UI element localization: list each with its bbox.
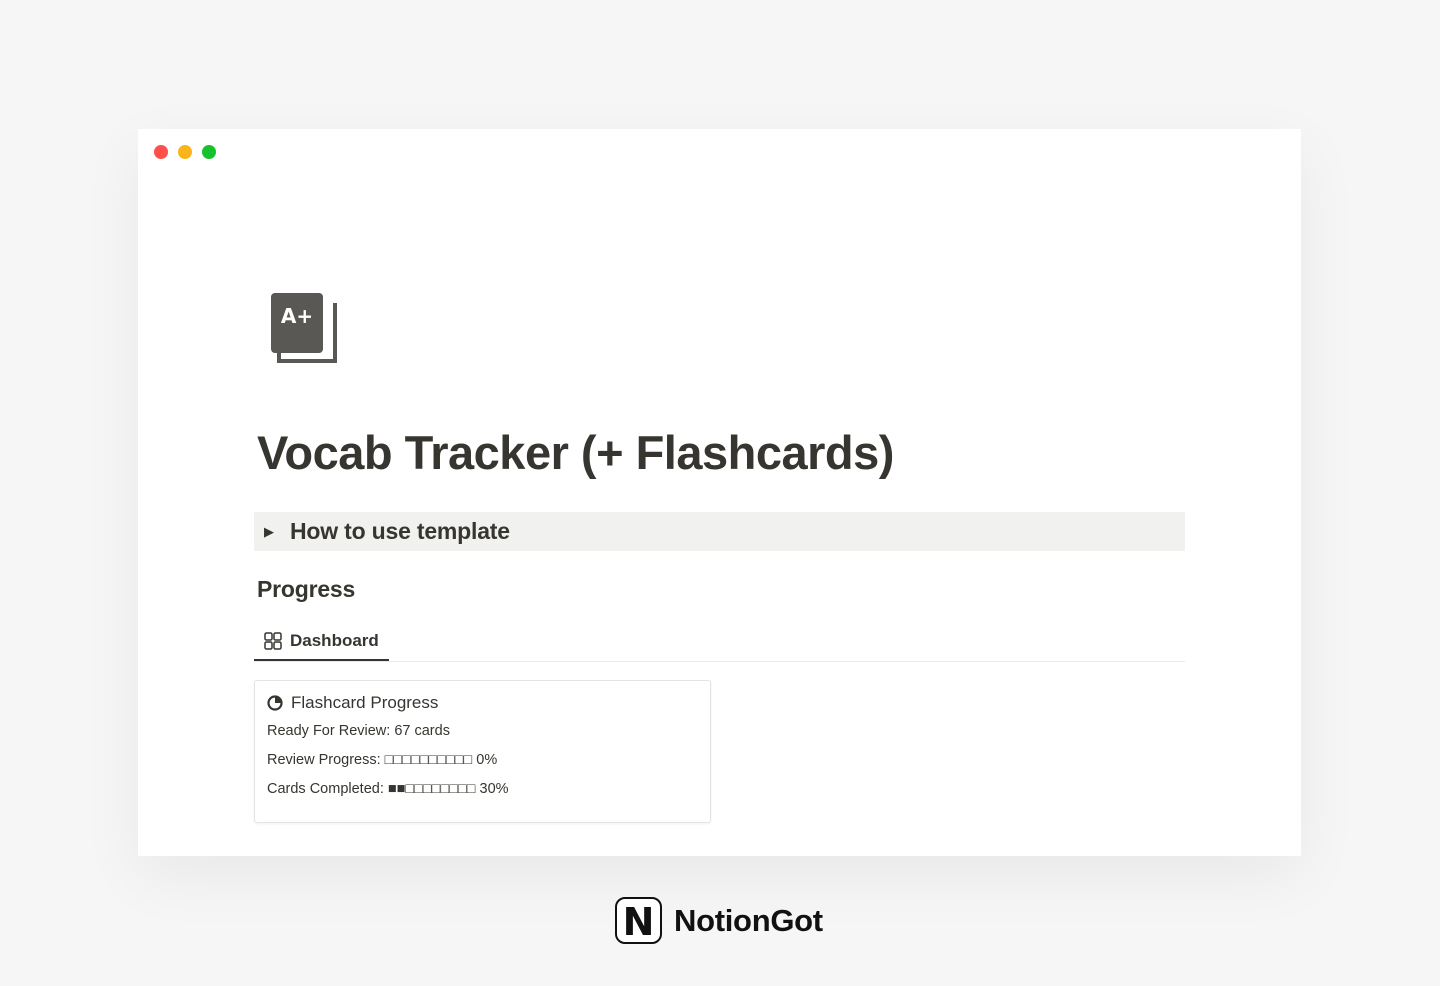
card-header: Flashcard Progress <box>267 693 438 713</box>
card-title: Flashcard Progress <box>291 693 439 712</box>
gallery-grid-icon <box>264 632 282 650</box>
minimize-window-button[interactable] <box>178 145 192 159</box>
tab-dashboard-label: Dashboard <box>290 631 379 650</box>
brand-name: NotionGot <box>674 902 823 938</box>
window-controls <box>154 145 216 159</box>
cards-completed-bar: ■■□□□□□□□□ <box>387 781 476 797</box>
tab-dashboard[interactable]: Dashboard <box>254 623 389 661</box>
ready-for-review-row: Ready For Review: 67 cards <box>267 723 450 739</box>
view-tabs: Dashboard <box>254 623 1185 662</box>
a-plus-stack-icon[interactable]: A+ <box>271 293 341 367</box>
how-to-use-toggle[interactable]: ▶ How to use template <box>254 512 1185 551</box>
ready-for-review-label: Ready For Review: <box>267 723 391 739</box>
triangle-right-icon[interactable]: ▶ <box>264 524 276 540</box>
brand-watermark: N NotionGot <box>615 897 823 944</box>
maximize-window-button[interactable] <box>202 145 216 159</box>
pie-progress-icon <box>267 695 283 711</box>
review-progress-percent: 0% <box>476 752 498 768</box>
brand-logo-letter: N <box>623 900 655 944</box>
page-icon-text: A+ <box>281 304 313 328</box>
flashcard-progress-card[interactable]: Flashcard Progress Ready For Review: 67 … <box>254 680 711 823</box>
review-progress-row: Review Progress: □□□□□□□□□□ 0% <box>267 752 497 768</box>
page-title[interactable]: Vocab Tracker (+ Flashcards) <box>257 425 894 480</box>
ready-for-review-value: 67 cards <box>394 723 450 739</box>
review-progress-bar: □□□□□□□□□□ <box>384 752 473 768</box>
toggle-label: How to use template <box>290 518 510 544</box>
cards-completed-row: Cards Completed: ■■□□□□□□□□ 30% <box>267 781 509 797</box>
progress-heading: Progress <box>257 576 356 602</box>
review-progress-label: Review Progress: <box>267 752 381 768</box>
notiongot-logo-icon: N <box>615 897 662 944</box>
cards-completed-percent: 30% <box>479 781 509 797</box>
cards-completed-label: Cards Completed: <box>267 781 384 797</box>
close-window-button[interactable] <box>154 145 168 159</box>
app-window: A+ Vocab Tracker (+ Flashcards) ▶ How to… <box>138 129 1301 856</box>
